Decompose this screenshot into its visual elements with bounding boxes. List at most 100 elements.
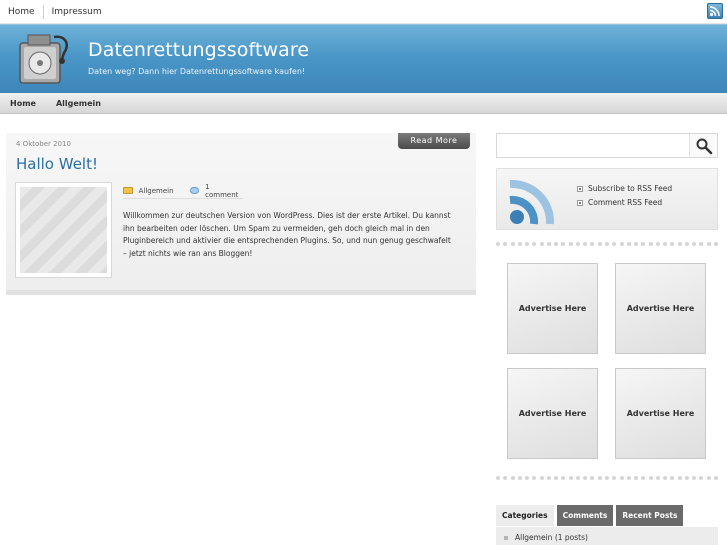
advertise-slot-2[interactable]: Advertise Here	[615, 263, 706, 354]
divider-dot	[670, 476, 675, 480]
top-nav-impressum[interactable]: Impressum	[44, 0, 110, 24]
divider-dot	[663, 242, 668, 246]
divider-dot	[517, 476, 522, 480]
divider-dot	[677, 476, 682, 480]
divider-dot	[597, 242, 602, 246]
divider-dot	[699, 242, 704, 246]
comment-rss-link[interactable]: Comment RSS Feed	[577, 198, 672, 207]
rss-feed-icon[interactable]	[505, 172, 561, 228]
divider-dot	[539, 242, 544, 246]
post-comments-link[interactable]: 1 comment	[205, 183, 243, 199]
divider-dot	[583, 242, 588, 246]
divider-dot	[684, 476, 689, 480]
divider-dot	[713, 476, 718, 480]
dotted-divider	[496, 242, 718, 248]
magnifier-icon	[696, 138, 712, 155]
divider-dot	[655, 476, 660, 480]
divider-dot	[684, 242, 689, 246]
top-nav: Home Impressum	[0, 0, 110, 24]
divider-dot	[626, 242, 631, 246]
divider-dot	[648, 242, 653, 246]
divider-dot	[583, 476, 588, 480]
divider-dot	[706, 242, 711, 246]
bullet-icon	[577, 185, 583, 192]
divider-dot	[604, 242, 609, 246]
comment-rss-label: Comment RSS Feed	[588, 198, 663, 207]
read-more-button[interactable]: Read More	[398, 133, 470, 149]
divider-dot	[503, 476, 508, 480]
categories-panel: Allgemein (1 posts)	[496, 527, 718, 545]
divider-dot	[517, 242, 522, 246]
divider-dot	[692, 476, 697, 480]
subscribe-rss-link[interactable]: Subscribe to RSS Feed	[577, 184, 672, 193]
divider-dot	[568, 242, 573, 246]
divider-dot	[590, 476, 595, 480]
divider-dot	[554, 242, 559, 246]
rss-widget: Subscribe to RSS Feed Comment RSS Feed	[496, 168, 718, 230]
blog-post: 4 Oktober 2010 Read More Hallo Welt! All…	[6, 133, 476, 295]
divider-dot	[532, 242, 537, 246]
post-category-link[interactable]: Allgemein	[139, 187, 174, 195]
divider-dot	[634, 476, 639, 480]
main-nav-home[interactable]: Home	[0, 99, 46, 108]
divider-dot	[496, 242, 500, 246]
divider-dot	[612, 242, 617, 246]
post-date: 4 Oktober 2010	[16, 140, 71, 148]
divider-dot	[503, 242, 508, 246]
divider-dot	[561, 242, 566, 246]
search-input[interactable]	[497, 134, 689, 157]
comment-bubble-icon	[189, 187, 200, 194]
search-button[interactable]	[689, 134, 717, 157]
main-nav-allgemein[interactable]: Allgemein	[46, 99, 111, 108]
tab-recent-posts[interactable]: Recent Posts	[616, 505, 684, 526]
advertise-slot-4[interactable]: Advertise Here	[615, 368, 706, 459]
divider-dot	[692, 242, 697, 246]
advertise-slot-1[interactable]: Advertise Here	[507, 263, 598, 354]
divider-dot	[634, 242, 639, 246]
divider-dot	[663, 476, 668, 480]
tab-comments[interactable]: Comments	[556, 505, 614, 526]
divider-dot	[532, 476, 537, 480]
rss-icon[interactable]	[707, 3, 723, 19]
site-header: Datenrettungssoftware Daten weg? Dann hi…	[0, 24, 727, 93]
top-bar: Home Impressum	[0, 0, 727, 24]
bullet-icon	[504, 535, 508, 540]
divider-dot	[670, 242, 675, 246]
site-title[interactable]: Datenrettungssoftware	[88, 39, 309, 61]
category-label: Allgemein (1 posts)	[515, 533, 588, 542]
bullet-icon	[577, 199, 583, 206]
divider-dot	[626, 476, 631, 480]
list-item[interactable]: Allgemein (1 posts)	[504, 533, 588, 542]
folder-icon	[123, 187, 133, 194]
advertise-slot-3[interactable]: Advertise Here	[507, 368, 598, 459]
divider-dot	[510, 242, 515, 246]
divider-dot	[641, 242, 646, 246]
divider-dot	[619, 242, 624, 246]
subscribe-rss-label: Subscribe to RSS Feed	[588, 184, 673, 193]
search-box	[496, 133, 718, 158]
divider-dot	[699, 476, 704, 480]
post-title[interactable]: Hallo Welt!	[16, 155, 98, 173]
post-thumbnail[interactable]	[15, 182, 112, 278]
divider-dot	[713, 242, 718, 246]
divider-dot	[655, 242, 660, 246]
divider-dot	[525, 476, 530, 480]
site-tagline: Daten weg? Dann hier Datenrettungssoftwa…	[88, 67, 306, 76]
divider-dot	[539, 476, 544, 480]
divider-dot	[546, 242, 551, 246]
divider-dot	[525, 242, 530, 246]
divider-dot	[597, 476, 602, 480]
top-nav-home[interactable]: Home	[0, 0, 43, 24]
divider-dot	[510, 476, 515, 480]
divider-dot	[648, 476, 653, 480]
tab-categories[interactable]: Categories	[496, 505, 554, 526]
divider-dot	[612, 476, 617, 480]
divider-dot	[568, 476, 573, 480]
main-nav: Home Allgemein	[0, 93, 727, 114]
dotted-divider	[496, 476, 718, 482]
post-excerpt: Willkommen zur deutschen Version von Wor…	[123, 211, 451, 258]
divider-dot	[496, 476, 500, 480]
divider-dot	[554, 476, 559, 480]
disk-utility-logo-icon[interactable]	[14, 29, 74, 89]
divider-dot	[575, 476, 580, 480]
